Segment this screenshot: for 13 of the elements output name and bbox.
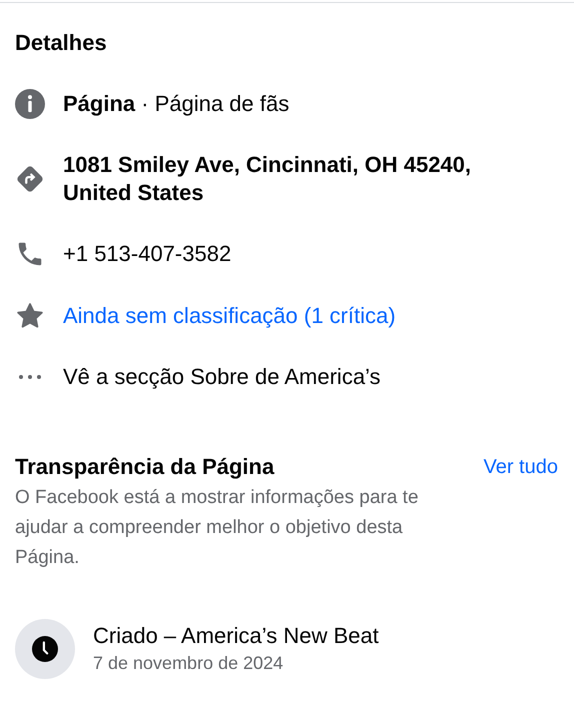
- section-title: Transparência da Página: [15, 453, 274, 481]
- clock-icon: [32, 636, 58, 662]
- address-text: 1081 Smiley Ave, Cincinnati, OH 45240, United States: [63, 151, 472, 207]
- reviews-link[interactable]: Ainda sem classificação (1 crítica): [63, 302, 396, 330]
- see-all-link[interactable]: Ver tudo: [483, 453, 558, 481]
- info-icon: [15, 89, 45, 119]
- about-link[interactable]: Vê a secção Sobre de America’s: [63, 363, 381, 391]
- page-category: Página · Página de fãs: [63, 90, 290, 118]
- transparency-description: O Facebook está a mostrar informações para te ajudar a compreender melhor o objetivo desta Página.: [15, 486, 420, 570]
- section-title: Detalhes: [15, 29, 108, 57]
- created-title: Criado – America’s New Beat: [93, 622, 379, 650]
- phone-number: +1 513-407-3582: [63, 240, 232, 268]
- created-date: 7 de novembro de 2024: [93, 652, 284, 675]
